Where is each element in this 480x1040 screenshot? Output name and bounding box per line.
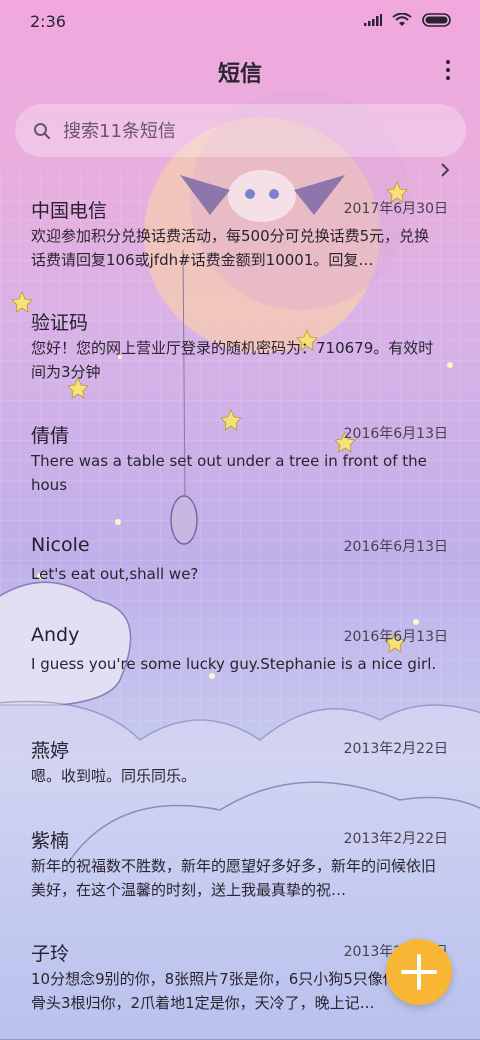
- contact-name: 验证码: [31, 312, 89, 334]
- contact-name: Andy: [31, 624, 80, 646]
- status-time: 2:36: [30, 12, 66, 31]
- search-icon: [34, 123, 51, 140]
- search-bar[interactable]: [15, 104, 466, 157]
- signal-icon: [364, 14, 382, 26]
- status-bar: 2:36: [0, 0, 480, 42]
- menu-dot: [446, 68, 450, 72]
- conversation-item[interactable]: Andy 2016年6月13日 I guess you're some luck…: [0, 604, 480, 710]
- message-date: 2017年6月30日: [343, 201, 448, 217]
- message-date: 2016年6月13日: [343, 426, 448, 442]
- status-icons: [364, 13, 452, 27]
- conversation-item[interactable]: 倩倩 2016年6月13日 There was a table set out …: [0, 401, 480, 507]
- more-vertical-icon: [446, 60, 450, 64]
- message-preview: 嗯。收到啦。同乐同乐。: [31, 767, 197, 785]
- menu-dot: [446, 76, 450, 80]
- battery-icon: [422, 13, 451, 27]
- page-title: 短信: [217, 62, 262, 87]
- app-header: 短信: [0, 44, 480, 96]
- message-preview: 欢迎参加积分兑换话费活动，每500分可兑换话费5元，兑换话费请回复106或jfd…: [31, 227, 430, 269]
- contact-name: 子玲: [31, 943, 70, 965]
- message-preview: 您好！您的网上营业厅登录的随机密码为：710679。有效时间为3分钟: [31, 339, 434, 381]
- search-input[interactable]: [61, 112, 445, 150]
- message-date: 2016年6月13日: [343, 629, 448, 645]
- conversation-item[interactable]: 中国电信 2017年6月30日 欢迎参加积分兑换话费活动，每500分可兑换话费5…: [0, 176, 480, 282]
- message-preview: I guess you're some lucky guy.Stephanie …: [31, 655, 437, 673]
- message-preview: Let's eat out,shall we?: [31, 565, 199, 583]
- chevron-right-icon: [441, 163, 450, 177]
- conversation-item[interactable]: 紫楠 2013年2月22日 新年的祝福数不胜数，新年的愿望好多好多，新年的问候依…: [0, 806, 480, 912]
- contact-name: 中国电信: [31, 200, 108, 222]
- message-preview: There was a table set out under a tree i…: [31, 452, 427, 494]
- message-date: 2013年2月22日: [343, 741, 448, 757]
- contact-name: 燕婷: [31, 740, 70, 762]
- contact-name: 紫楠: [31, 830, 70, 852]
- message-preview: 新年的祝福数不胜数，新年的愿望好多好多，新年的问候依旧美好，在这个温馨的时刻，送…: [31, 857, 437, 899]
- message-date: 2013年2月22日: [343, 831, 448, 847]
- contact-name: Nicole: [31, 534, 90, 556]
- plus-icon-bar: [401, 970, 437, 974]
- conversation-item[interactable]: 验证码 您好！您的网上营业厅登录的随机密码为：710679。有效时间为3分钟: [0, 288, 480, 394]
- contact-name: 倩倩: [31, 425, 70, 447]
- wifi-icon: [392, 13, 412, 26]
- message-preview: 10分想念9别的你，8张照片7张是你，6只小狗5只像你，4根骨头3根归你，2爪着…: [31, 970, 438, 1012]
- compose-button[interactable]: [386, 939, 452, 1005]
- message-date: 2016年6月13日: [343, 539, 448, 555]
- more-options-button[interactable]: [438, 56, 458, 84]
